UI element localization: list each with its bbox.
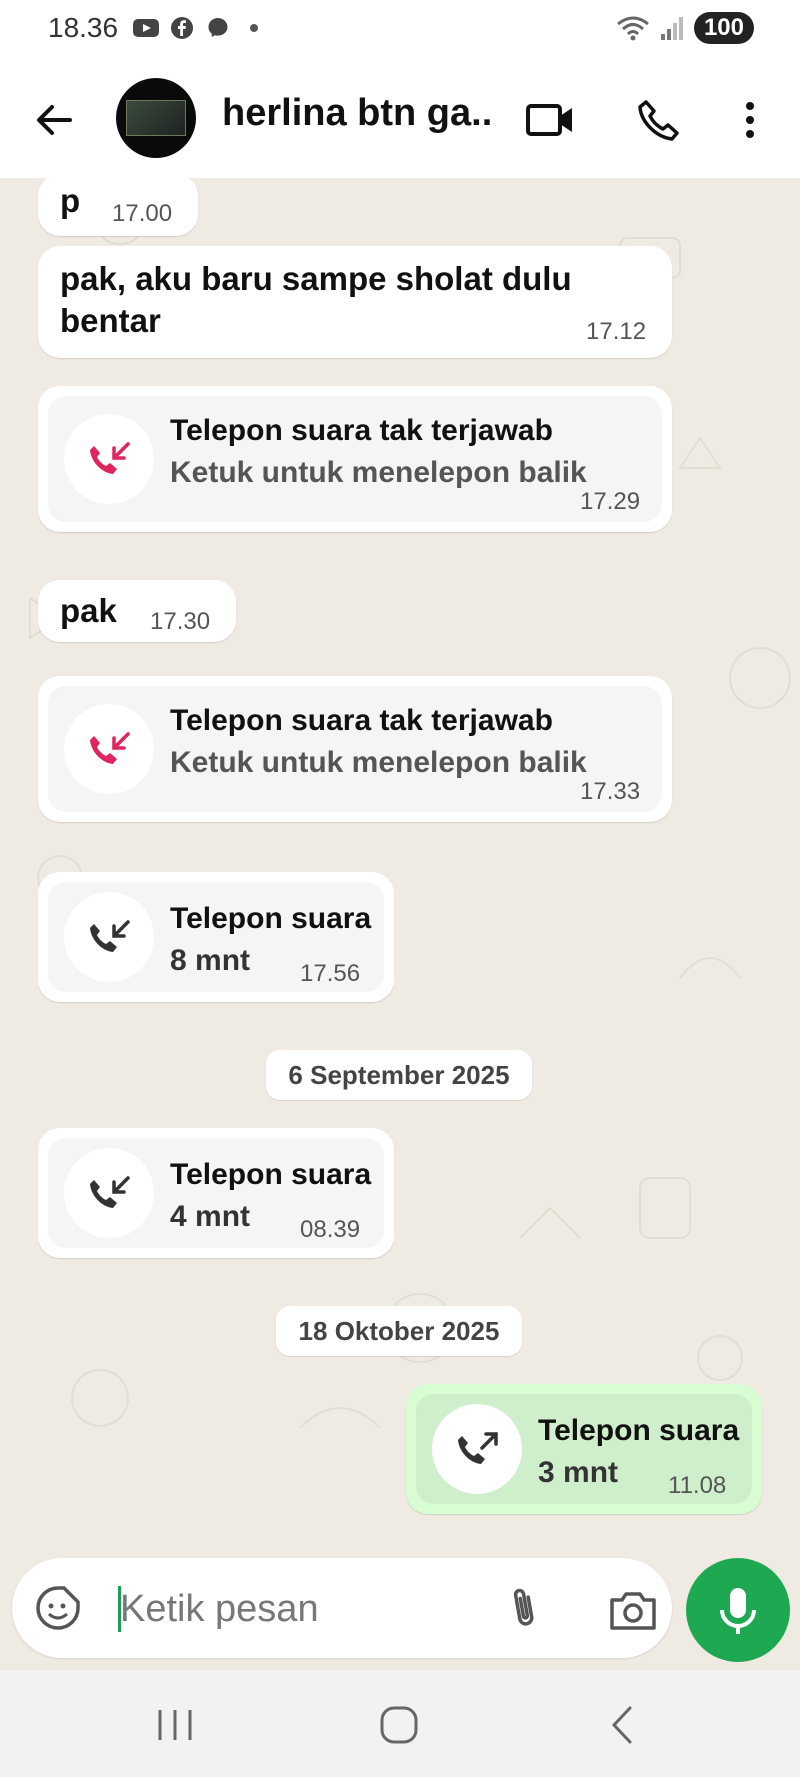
battery-indicator: 100 (693, 12, 754, 44)
missed-call-bubble[interactable]: Telepon suara tak terjawab Ketuk untuk m… (38, 386, 672, 532)
message-text: bentar (60, 302, 161, 339)
call-duration: 3 mnt (538, 1456, 619, 1489)
call-card[interactable]: Telepon suara 4 mnt 08.39 (48, 1138, 384, 1248)
call-title: Telepon suara (538, 1414, 740, 1447)
voice-call-bubble[interactable]: Telepon suara 4 mnt 08.39 (38, 1128, 394, 1258)
facebook-icon (171, 17, 193, 39)
message-time: 11.08 (668, 1472, 727, 1499)
call-icon-wrap (432, 1404, 522, 1494)
notification-icons (132, 16, 258, 40)
system-nav-bar (0, 1670, 800, 1777)
call-duration: 4 mnt (170, 1200, 251, 1233)
message-input[interactable]: Ketik pesan (12, 1558, 672, 1658)
outgoing-call-icon (458, 1432, 498, 1464)
status-time: 18.36 (48, 12, 119, 43)
missed-call-icon (90, 732, 130, 764)
mic-button[interactable] (686, 1558, 790, 1662)
message-bubble[interactable]: p 17.00 (38, 178, 198, 236)
messenger-icon (208, 18, 228, 37)
camera-icon[interactable] (608, 1586, 658, 1632)
signal-icon (660, 17, 683, 40)
message-time: 17.30 (150, 608, 211, 635)
input-placeholder: Ketik pesan (120, 1588, 319, 1630)
message-time: 17.12 (586, 318, 647, 345)
message-text: p (60, 182, 81, 219)
call-icon-wrap (64, 704, 154, 794)
message-time: 17.29 (580, 488, 641, 515)
call-icon-wrap (64, 892, 154, 982)
call-card[interactable]: Telepon suara tak terjawab Ketuk untuk m… (48, 396, 662, 522)
home-icon[interactable] (374, 1700, 424, 1750)
incoming-call-icon (90, 920, 130, 952)
recents-icon[interactable] (150, 1700, 200, 1750)
outgoing-call-bubble[interactable]: Telepon suara 3 mnt 11.08 (406, 1384, 762, 1514)
call-title: Telepon suara (170, 902, 372, 935)
date-separator: 18 Oktober 2025 (276, 1306, 522, 1356)
chat-area[interactable]: p 17.00 pak, aku baru sampe sholat dulu … (0, 178, 800, 1558)
attach-icon[interactable] (500, 1584, 548, 1632)
message-time: 17.00 (112, 200, 173, 227)
youtube-icon (133, 19, 159, 37)
contact-name[interactable]: herlina btn ga... (222, 92, 492, 135)
call-title: Telepon suara tak terjawab (170, 704, 553, 737)
call-icon-wrap (64, 1148, 154, 1238)
back-icon[interactable] (598, 1700, 648, 1750)
message-input-bar: Ketik pesan (0, 1558, 800, 1670)
call-duration: 8 mnt (170, 944, 251, 977)
system-status: 100 (616, 12, 754, 44)
status-bar: 18.36 100 (0, 0, 800, 62)
chat-header: herlina btn ga... (0, 62, 800, 178)
call-card[interactable]: Telepon suara tak terjawab Ketuk untuk m… (48, 686, 662, 812)
call-subtitle: Ketuk untuk menelepon balik (170, 746, 587, 779)
more-options-icon[interactable] (724, 96, 776, 144)
back-arrow-icon[interactable] (30, 96, 78, 144)
message-bubble[interactable]: pak 17.30 (38, 580, 236, 642)
call-title: Telepon suara tak terjawab (170, 414, 553, 447)
message-time: 17.56 (300, 960, 361, 987)
message-bubble[interactable]: pak, aku baru sampe sholat dulu bentar 1… (38, 246, 672, 358)
message-time: 17.33 (580, 778, 641, 805)
call-subtitle: Ketuk untuk menelepon balik (170, 456, 587, 489)
voice-call-bubble[interactable]: Telepon suara 8 mnt 17.56 (38, 872, 394, 1002)
call-icon-wrap (64, 414, 154, 504)
more-notifications-dot (250, 24, 258, 32)
missed-call-icon (90, 442, 130, 474)
sticker-icon[interactable] (34, 1584, 82, 1632)
incoming-call-icon (90, 1176, 130, 1208)
wifi-icon (617, 16, 649, 41)
avatar[interactable] (116, 78, 196, 158)
missed-call-bubble[interactable]: Telepon suara tak terjawab Ketuk untuk m… (38, 676, 672, 822)
date-separator: 6 September 2025 (266, 1050, 532, 1100)
message-text: pak, aku baru sampe sholat dulu (60, 260, 572, 297)
video-call-icon[interactable] (524, 96, 576, 144)
call-card[interactable]: Telepon suara 3 mnt 11.08 (416, 1394, 752, 1504)
call-card[interactable]: Telepon suara 8 mnt 17.56 (48, 882, 384, 992)
phone-icon[interactable] (632, 96, 684, 144)
mic-icon (720, 1588, 756, 1634)
message-text: pak (60, 592, 117, 629)
message-time: 08.39 (300, 1216, 361, 1243)
call-title: Telepon suara (170, 1158, 372, 1191)
